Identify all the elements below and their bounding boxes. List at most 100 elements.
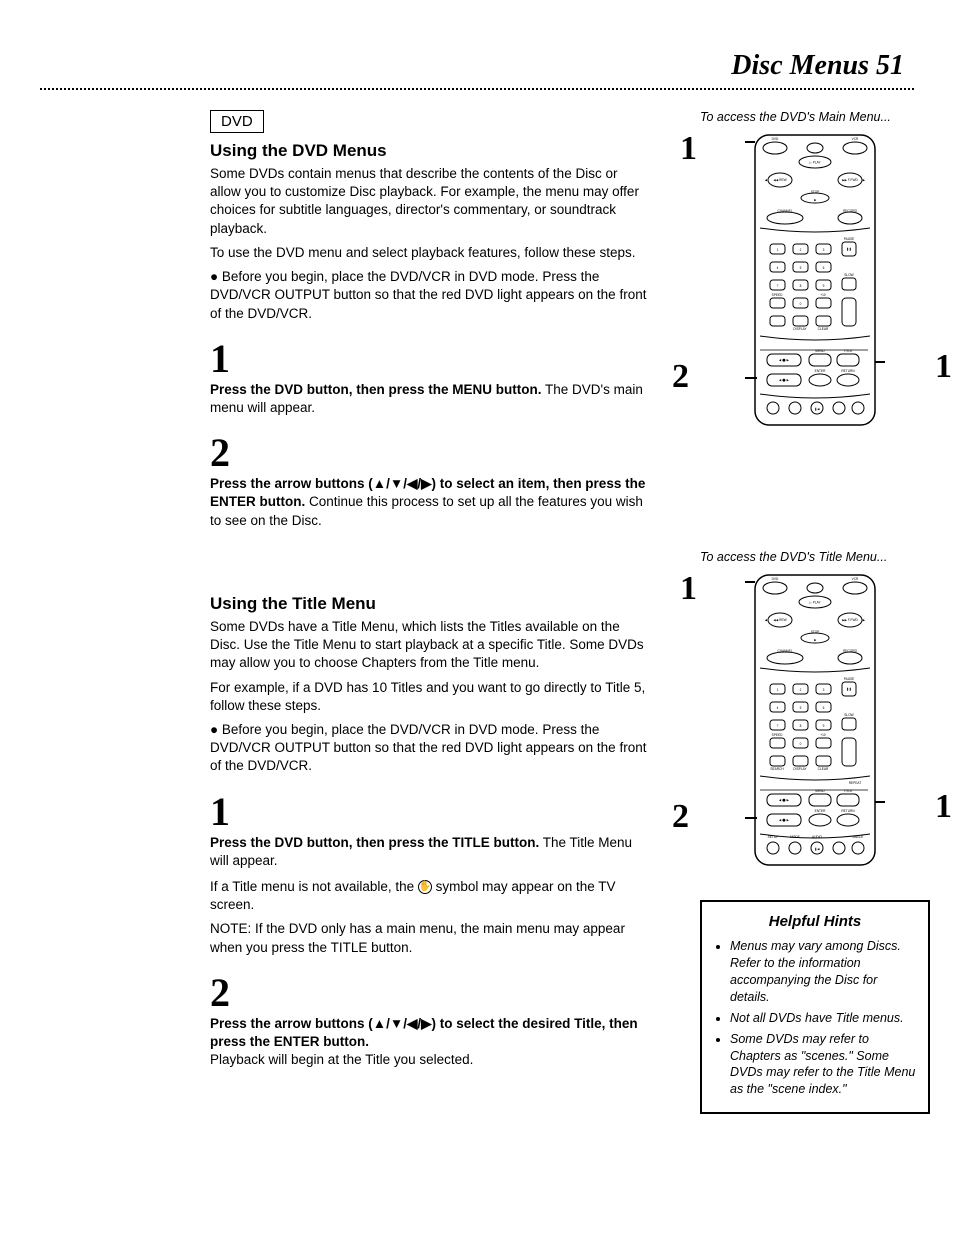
- step1-number: 1: [210, 341, 650, 377]
- hand-icon: ✋: [418, 880, 432, 894]
- note1a: If a Title menu is not available, the: [210, 879, 418, 894]
- svg-text:0: 0: [800, 302, 802, 306]
- section1-bullet: Before you begin, place the DVD/VCR in D…: [210, 268, 650, 323]
- svg-text:6: 6: [823, 706, 825, 710]
- svg-text:REPEAT: REPEAT: [849, 781, 862, 785]
- svg-text:RECORD: RECORD: [843, 649, 858, 653]
- svg-text:SPEED: SPEED: [772, 293, 784, 297]
- section1-p1: Some DVDs contain menus that describe th…: [210, 165, 650, 238]
- svg-text:VCR: VCR: [852, 577, 859, 581]
- s2-step1-bold: Press the DVD button, then press the TIT…: [210, 835, 539, 850]
- svg-text:◀: ◀: [765, 618, 768, 622]
- svg-text:DISPLAY: DISPLAY: [793, 767, 807, 771]
- svg-text:1: 1: [777, 248, 779, 252]
- svg-text:6: 6: [823, 266, 825, 270]
- svg-text:CHANNEL: CHANNEL: [777, 649, 792, 653]
- svg-text:PAUSE: PAUSE: [844, 677, 855, 681]
- svg-text:MENU: MENU: [815, 349, 825, 353]
- remote-diagram-1: 1 2 1 DVD VCR ▷ PLAY ◀◀ REW ◀: [700, 130, 930, 430]
- section2-step1: Press the DVD button, then press the TIT…: [210, 834, 650, 870]
- svg-text:+10: +10: [820, 733, 826, 737]
- svg-text:❚◀: ❚◀: [814, 407, 820, 411]
- svg-text:5: 5: [800, 706, 802, 710]
- hint-item: Not all DVDs have Title menus.: [730, 1010, 916, 1027]
- svg-text:8: 8: [800, 284, 802, 288]
- svg-text:■: ■: [814, 198, 816, 202]
- svg-text:▶▶ F.FWD: ▶▶ F.FWD: [842, 178, 858, 182]
- svg-text:STOP: STOP: [811, 630, 820, 634]
- svg-text:CHANNEL: CHANNEL: [777, 209, 792, 213]
- svg-text:▶: ▶: [863, 618, 866, 622]
- svg-text:DVD: DVD: [772, 137, 779, 141]
- svg-text:◀ ⬤ ▶: ◀ ⬤ ▶: [779, 818, 790, 822]
- s2-step2-number: 2: [210, 975, 650, 1011]
- svg-text:9: 9: [823, 284, 825, 288]
- svg-text:▶▶ F.FWD: ▶▶ F.FWD: [842, 618, 858, 622]
- svg-text:CLEAR: CLEAR: [818, 767, 829, 771]
- svg-text:3: 3: [823, 248, 825, 252]
- content-area: DVD Using the DVD Menus Some DVDs contai…: [40, 110, 914, 1114]
- section2-p1: Some DVDs have a Title Menu, which lists…: [210, 618, 650, 673]
- helpful-hints-box: Helpful Hints Menus may vary among Discs…: [700, 900, 930, 1114]
- divider: [40, 88, 914, 90]
- svg-text:STOP: STOP: [811, 190, 820, 194]
- svg-text:RECORD: RECORD: [843, 209, 858, 213]
- svg-text:SLOW: SLOW: [844, 273, 853, 277]
- s2-step2-bold1: Press the arrow buttons (: [210, 1016, 373, 1031]
- arrow-icons: ▲/▼/◀/▶: [373, 476, 432, 491]
- svg-text:◀◀ REW: ◀◀ REW: [773, 618, 786, 622]
- svg-text:MENU: MENU: [815, 789, 825, 793]
- svg-text:◀ ⬤ ▶: ◀ ⬤ ▶: [779, 798, 790, 802]
- hints-list: Menus may vary among Discs. Refer to the…: [714, 938, 916, 1098]
- svg-text:❚❚: ❚❚: [846, 247, 851, 251]
- remote-illustration-2: DVD VCR ▷ PLAY ◀◀ REW ◀ ▶▶ F.FWD ▶ STOP …: [745, 570, 885, 870]
- section1-step2: Press the arrow buttons (▲/▼/◀/▶) to sel…: [210, 475, 650, 530]
- svg-text:2: 2: [800, 248, 802, 252]
- s2-step2-rest: Playback will begin at the Title you sel…: [210, 1052, 473, 1067]
- section2-bullet: Before you begin, place the DVD/VCR in D…: [210, 721, 650, 776]
- arrow-icons-2: ▲/▼/◀/▶: [373, 1016, 432, 1031]
- step2-number: 2: [210, 435, 650, 471]
- section2-p2: For example, if a DVD has 10 Titles and …: [210, 679, 650, 715]
- remote-diagram-2: 1 2 1 DVD VCR ▷ PLAY ◀◀ REW ◀ ▶▶ F.FWD: [700, 570, 930, 870]
- svg-text:4: 4: [777, 266, 779, 270]
- remote1-num1: 1: [680, 130, 697, 168]
- svg-text:◀: ◀: [765, 178, 768, 182]
- remote2-num1b: 1: [935, 788, 952, 826]
- svg-text:▷ PLAY: ▷ PLAY: [809, 601, 821, 605]
- remote2-num2: 2: [672, 798, 689, 836]
- svg-text:❚❚: ❚❚: [846, 687, 851, 691]
- hint-item: Menus may vary among Discs. Refer to the…: [730, 938, 916, 1006]
- svg-text:PAUSE: PAUSE: [844, 237, 855, 241]
- svg-text:7: 7: [777, 284, 779, 288]
- svg-text:ENTER: ENTER: [815, 369, 827, 373]
- svg-text:4: 4: [777, 706, 779, 710]
- remote-caption-1: To access the DVD's Main Menu...: [700, 110, 930, 124]
- svg-text:RETURN: RETURN: [841, 809, 855, 813]
- svg-text:CLEAR: CLEAR: [818, 327, 829, 331]
- svg-text:▶: ▶: [863, 178, 866, 182]
- section2-note1: If a Title menu is not available, the ✋ …: [210, 878, 650, 914]
- svg-text:1: 1: [777, 688, 779, 692]
- svg-text:8: 8: [800, 724, 802, 728]
- svg-text:3: 3: [823, 688, 825, 692]
- svg-text:0: 0: [800, 742, 802, 746]
- section2-step2: Press the arrow buttons (▲/▼/◀/▶) to sel…: [210, 1015, 650, 1070]
- remote1-num2: 2: [672, 358, 689, 396]
- svg-text:DISPLAY: DISPLAY: [793, 327, 807, 331]
- svg-text:TITLE: TITLE: [844, 349, 853, 353]
- step2-bold1: Press the arrow buttons (: [210, 476, 373, 491]
- svg-text:RETURN: RETURN: [841, 369, 855, 373]
- svg-text:◀◀ REW: ◀◀ REW: [773, 178, 786, 182]
- step1-bold: Press the DVD button, then press the MEN…: [210, 382, 542, 397]
- svg-text:2: 2: [800, 688, 802, 692]
- svg-text:SPEED: SPEED: [772, 733, 784, 737]
- page-title: Disc Menus 51: [40, 50, 914, 82]
- remote-caption-2: To access the DVD's Title Menu...: [700, 550, 930, 564]
- svg-text:◀ ⬤ ▶: ◀ ⬤ ▶: [779, 358, 790, 362]
- dvd-box-label: DVD: [210, 110, 264, 133]
- hint-item: Some DVDs may refer to Chapters as "scen…: [730, 1031, 916, 1099]
- svg-text:▷ PLAY: ▷ PLAY: [809, 161, 821, 165]
- section1-step1: Press the DVD button, then press the MEN…: [210, 381, 650, 417]
- svg-text:+10: +10: [820, 293, 826, 297]
